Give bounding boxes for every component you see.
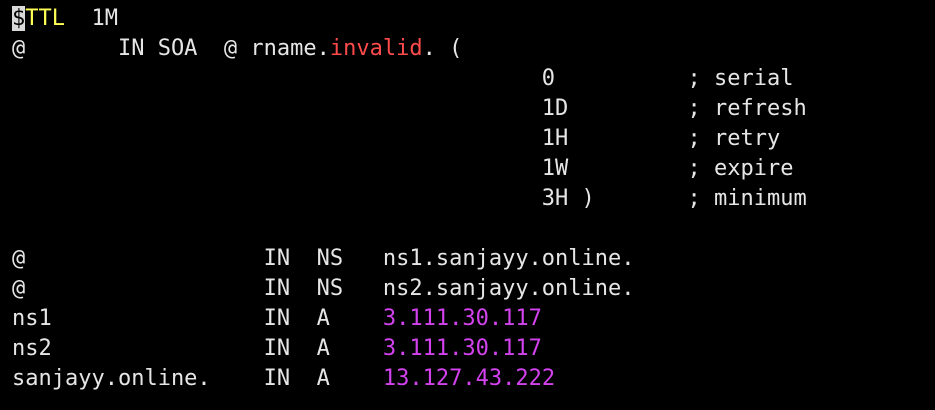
soa-line: @ IN SOA @ rname.invalid. ( [12, 34, 462, 64]
a-record-prefix: sanjayy.online. IN A [12, 366, 383, 391]
a-record-prefix: ns2 IN A [12, 336, 383, 361]
a-record-domain: sanjayy.online. IN A 13.127.43.222 [12, 364, 555, 394]
ip-address: 3.111.30.117 [382, 306, 542, 331]
a-record-ns1: ns1 IN A 3.111.30.117 [12, 304, 542, 334]
ttl-line: $TTL 1M [12, 4, 118, 34]
partial-next-line [12, 396, 820, 406]
retry-line: 1H ; retry [12, 126, 781, 151]
invalid-domain: invalid [329, 36, 423, 61]
serial-line: 0 ; serial [12, 66, 794, 91]
soa-prefix: @ IN SOA @ rname. [12, 36, 330, 61]
ttl-value: 1M [65, 6, 118, 31]
text-cursor: $ [12, 6, 26, 31]
ns2-record: @ IN NS ns2.sanjayy.online. [12, 276, 635, 301]
a-record-prefix: ns1 IN A [12, 306, 383, 331]
a-record-ns2: ns2 IN A 3.111.30.117 [12, 334, 542, 364]
minimum-line: 3H ) ; minimum [12, 186, 807, 211]
expire-line: 1W ; expire [12, 156, 794, 181]
refresh-line: 1D ; refresh [12, 96, 807, 121]
ttl-keyword: TTL [25, 6, 65, 31]
ip-address: 13.127.43.222 [382, 366, 556, 391]
ip-address: 3.111.30.117 [382, 336, 542, 361]
ns1-record: @ IN NS ns1.sanjayy.online. [12, 246, 635, 271]
soa-suffix: . ( [422, 36, 463, 61]
terminal-window[interactable]: $TTL 1M @ IN SOA @ rname.invalid. ( 0 ; … [0, 0, 935, 410]
